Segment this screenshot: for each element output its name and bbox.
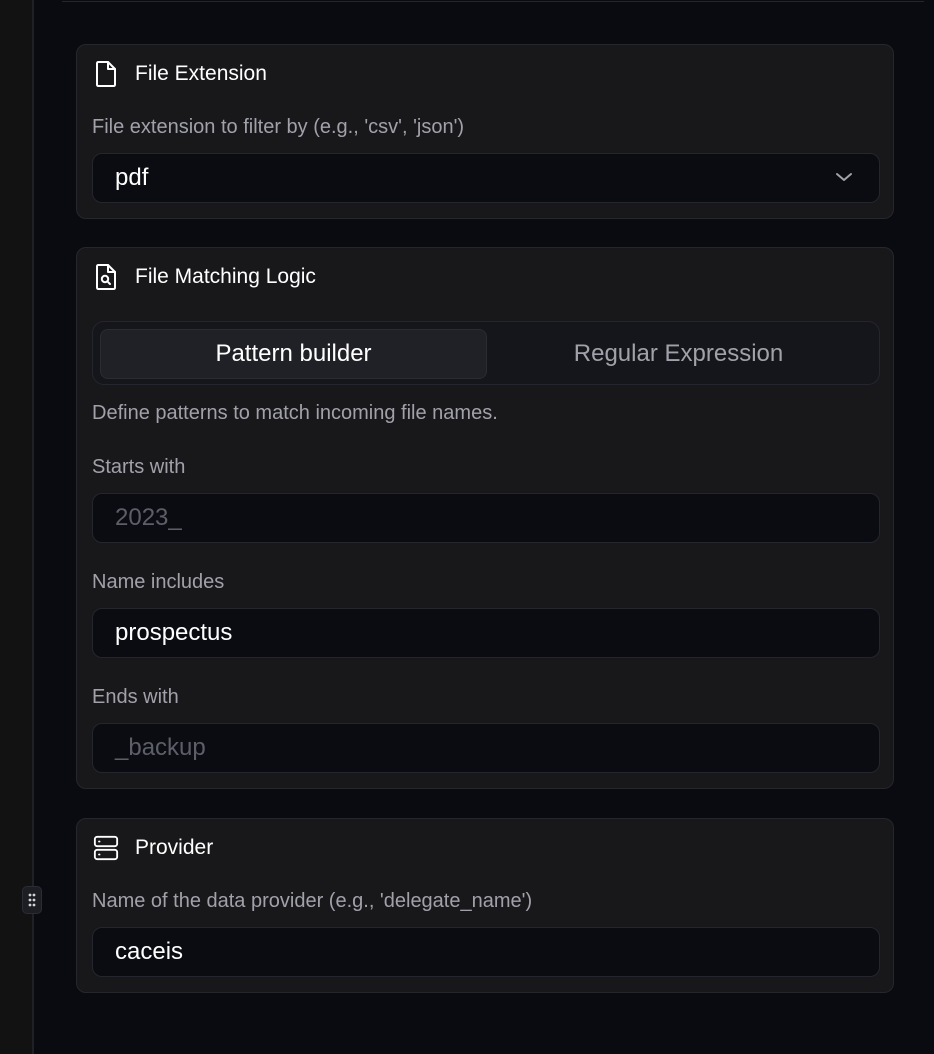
chevron-down-icon [836,173,852,181]
provider-value: caceis [115,938,184,965]
matching-mode-tabs: Pattern builder Regular Expression [92,321,880,385]
starts-with-label: Starts with [92,456,186,478]
provider-card: Provider Name of the data provider (e.g.… [76,818,894,993]
name-includes-value: prospectus [115,619,233,646]
file-extension-card: File Extension File extension to filter … [76,44,894,219]
tab-regular-expression[interactable]: Regular Expression [485,329,872,379]
top-divider [62,0,924,2]
name-includes-label: Name includes [92,571,225,593]
tab-pattern-builder[interactable]: Pattern builder [100,329,487,379]
starts-with-input[interactable]: 2023_ [92,493,880,543]
ends-with-placeholder: _backup [115,734,206,761]
file-matching-card: File Matching Logic Pattern builder Regu… [76,247,894,789]
grip-dots-icon [28,893,36,907]
provider-header: Provider [93,833,213,863]
server-icon [93,833,119,863]
provider-title: Provider [135,836,214,859]
starts-with-placeholder: 2023_ [115,504,182,531]
file-extension-header: File Extension [93,59,267,89]
ends-with-label: Ends with [92,686,179,708]
provider-label: Name of the data provider (e.g., 'delega… [92,890,533,912]
file-extension-label: File extension to filter by (e.g., 'csv'… [92,116,465,138]
resize-handle[interactable] [22,886,42,914]
file-matching-header: File Matching Logic [93,262,316,292]
provider-input[interactable]: caceis [92,927,880,977]
file-matching-title: File Matching Logic [135,265,316,288]
file-search-icon [93,262,119,292]
file-extension-value: pdf [115,164,149,191]
matching-description: Define patterns to match incoming file n… [92,402,498,424]
file-icon [93,59,119,89]
ends-with-input[interactable]: _backup [92,723,880,773]
file-extension-title: File Extension [135,62,267,85]
file-extension-select[interactable]: pdf [92,153,880,203]
name-includes-input[interactable]: prospectus [92,608,880,658]
